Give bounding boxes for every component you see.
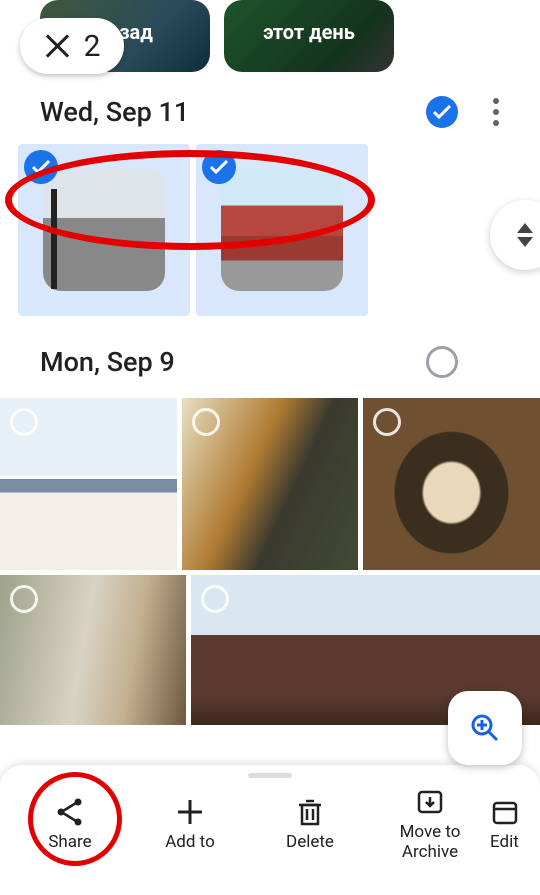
share-icon bbox=[55, 797, 85, 827]
memory-card[interactable]: этот день bbox=[224, 0, 394, 72]
chevron-up-icon bbox=[517, 223, 533, 233]
selection-pill[interactable]: 2 bbox=[20, 18, 124, 74]
archive-button[interactable]: Move to Archive bbox=[370, 787, 490, 862]
photo-tile[interactable] bbox=[196, 144, 368, 316]
edit-datetime-button[interactable]: Edit bbox=[490, 797, 540, 853]
delete-button[interactable]: Delete bbox=[250, 797, 370, 853]
add-to-button[interactable]: Add to bbox=[130, 797, 250, 853]
photo-tile[interactable] bbox=[18, 144, 190, 316]
unselected-ring-icon bbox=[10, 585, 38, 613]
share-button[interactable]: Share bbox=[10, 797, 130, 853]
unselected-ring-icon bbox=[201, 585, 229, 613]
action-label: Delete bbox=[286, 833, 334, 853]
overflow-icon[interactable] bbox=[476, 98, 516, 126]
archive-icon bbox=[415, 787, 445, 817]
photo-grid-row bbox=[0, 398, 540, 570]
photo-thumbnail bbox=[221, 169, 343, 291]
selection-count: 2 bbox=[84, 29, 101, 64]
photo-tile[interactable] bbox=[0, 575, 186, 725]
unselected-ring-icon bbox=[10, 408, 38, 436]
date-header: Mon, Sep 9 bbox=[0, 316, 540, 388]
unselected-ring-icon bbox=[192, 408, 220, 436]
zoom-button[interactable] bbox=[448, 691, 522, 765]
magnify-plus-icon bbox=[470, 713, 500, 743]
check-icon[interactable] bbox=[24, 150, 58, 184]
select-day-toggle[interactable] bbox=[426, 96, 458, 128]
photo-thumbnail bbox=[43, 169, 165, 291]
date-label: Wed, Sep 11 bbox=[40, 96, 426, 128]
select-day-toggle[interactable] bbox=[426, 346, 458, 378]
trash-icon bbox=[295, 797, 325, 827]
action-bar: Share Add to Delete Move to Archive Edit bbox=[0, 765, 540, 895]
chevron-down-icon bbox=[517, 237, 533, 247]
action-label: Edit bbox=[490, 833, 519, 853]
photo-tile[interactable] bbox=[363, 398, 540, 570]
selected-photos-row bbox=[0, 138, 540, 316]
date-label: Mon, Sep 9 bbox=[40, 346, 426, 378]
photo-tile[interactable] bbox=[0, 398, 177, 570]
calendar-icon bbox=[490, 797, 520, 827]
date-header: Wed, Sep 11 bbox=[0, 72, 540, 138]
plus-icon bbox=[175, 797, 205, 827]
action-label: Move to Archive bbox=[370, 823, 490, 862]
action-label: Add to bbox=[165, 833, 215, 853]
photo-tile[interactable] bbox=[182, 398, 359, 570]
action-label: Share bbox=[48, 833, 91, 853]
memory-label: этот день bbox=[263, 20, 355, 44]
check-icon[interactable] bbox=[202, 150, 236, 184]
unselected-ring-icon bbox=[373, 408, 401, 436]
close-icon[interactable] bbox=[44, 33, 70, 59]
drag-handle[interactable] bbox=[248, 773, 292, 778]
